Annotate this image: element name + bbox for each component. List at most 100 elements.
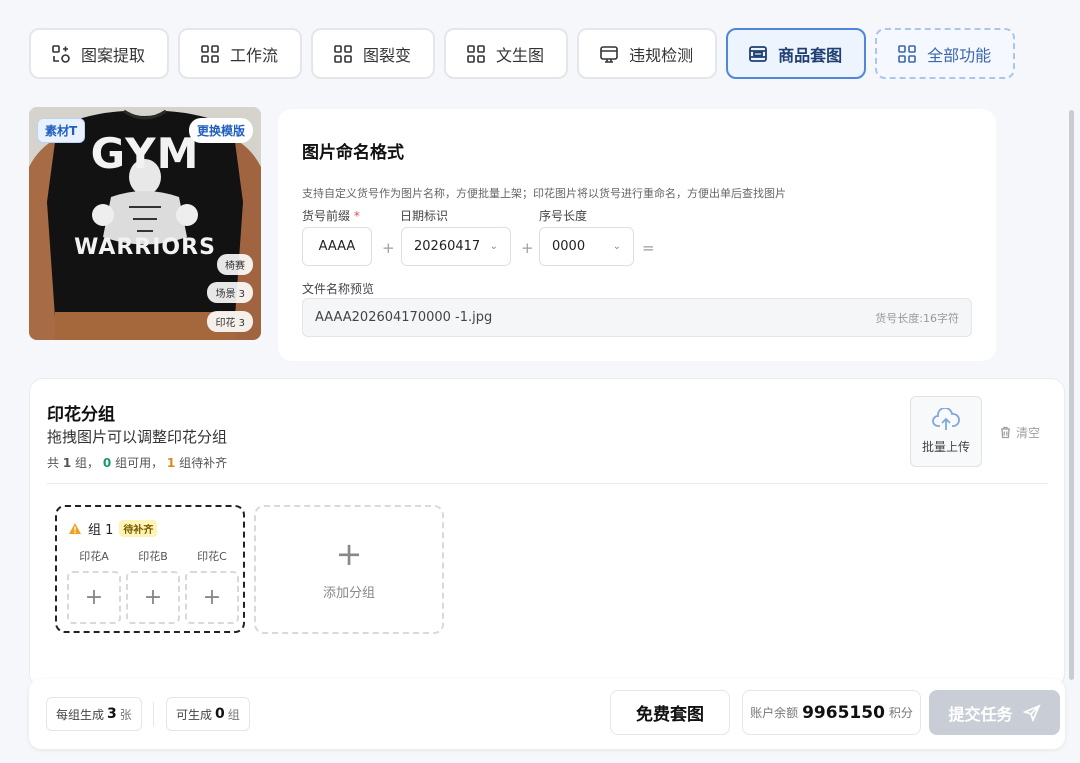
stats-prefix: 共	[47, 456, 60, 470]
add-print-slot[interactable]: +	[67, 571, 121, 624]
slot-label: 印花B	[138, 550, 168, 563]
account-balance: 账户余额 9965150 积分	[742, 690, 921, 735]
group-title: 印花分组	[47, 405, 115, 425]
tag-chip: 印花 3	[207, 311, 253, 332]
stats-total-unit: 组，	[75, 456, 100, 470]
tag-chip: 场景 3	[207, 282, 253, 303]
send-icon	[1022, 703, 1041, 722]
prefix-input[interactable]: AAAA	[302, 227, 372, 266]
tag-chip: 椅赛	[217, 254, 253, 275]
seq-length-select[interactable]: 0000 ⌄	[539, 227, 634, 266]
tab-violation-check[interactable]: 违规检测	[577, 28, 718, 79]
tab-label: 图裂变	[363, 45, 412, 65]
can-generate-label: 可生成	[176, 707, 213, 722]
preview-length: 货号长度:16字符	[875, 311, 959, 325]
preview-label: 文件名称预览	[302, 282, 375, 296]
per-group-unit: 张	[119, 707, 132, 722]
chevron-down-icon: ⌄	[612, 241, 621, 252]
naming-description: 支持自定义货号作为图片名称，方便批量上架；印花图片将以货号进行重命名，方便出单后…	[302, 187, 786, 200]
tab-label: 图案提取	[81, 45, 146, 65]
clear-button[interactable]: 清空	[999, 424, 1040, 441]
tab-label: 违规检测	[629, 45, 694, 65]
tab-label: 文生图	[496, 45, 545, 65]
product-set-icon	[749, 45, 767, 62]
group-name: 组 1	[88, 523, 114, 538]
balance-unit: 积分	[888, 706, 913, 720]
monitor-icon	[600, 45, 618, 63]
slot-label: 印花C	[197, 550, 227, 563]
bottom-action-bar: 每组生成 3 张 可生成 0 组 免费套图 账户余额 9965150 积分 提交…	[29, 679, 1065, 749]
tab-pattern-extract[interactable]: 图案提取	[29, 28, 170, 79]
date-select[interactable]: 20260417 ⌄	[401, 227, 511, 266]
filename-preview: AAAA202604170000 -1.jpg 货号长度:16字符	[302, 298, 972, 337]
print-slots: 印花A + 印花B + 印花C +	[67, 548, 239, 624]
add-print-slot[interactable]: +	[185, 571, 239, 624]
prefix-label: 货号前缀 *	[302, 209, 360, 223]
tab-label: 全部功能	[927, 45, 992, 65]
add-group-label: 添加分组	[322, 586, 375, 601]
date-label: 日期标识	[400, 209, 449, 223]
naming-format-card: 图片命名格式 支持自定义货号作为图片名称，方便批量上架；印花图片将以货号进行重命…	[278, 109, 996, 361]
date-value: 20260417	[414, 239, 481, 254]
plus-icon: +	[202, 585, 222, 610]
tab-image-fission[interactable]: 图裂变	[311, 28, 436, 79]
plus-icon: +	[335, 535, 363, 573]
free-set-button[interactable]: 免费套图	[610, 690, 730, 735]
can-generate-value: 0	[215, 706, 225, 722]
slot-label: 印花A	[79, 550, 109, 563]
stats-available-unit: 组可用，	[115, 456, 164, 470]
feature-tabs: 图案提取 工作流 图裂变 文生图 违规检测 商品套图 全部功能	[29, 28, 1016, 79]
balance-label: 账户余额	[750, 706, 799, 720]
can-generate-unit: 组	[227, 707, 240, 722]
add-group-button[interactable]: + 添加分组	[254, 505, 444, 634]
submit-task-button[interactable]: 提交任务	[929, 690, 1060, 735]
trash-icon	[1001, 426, 1010, 439]
material-badge: 素材T	[37, 118, 86, 143]
tab-text-to-image[interactable]: 文生图	[444, 28, 569, 79]
change-template-button[interactable]: 更换模版	[188, 118, 253, 143]
divider	[47, 483, 1048, 484]
grid-icon	[898, 44, 916, 63]
grid-icon	[467, 44, 485, 63]
seq-value: 0000	[552, 239, 586, 254]
equals-sign: =	[642, 239, 655, 257]
print-slot: 印花B +	[126, 548, 180, 624]
stats-available: 0	[102, 456, 112, 470]
seq-length-label: 序号长度	[539, 209, 588, 223]
batch-upload-button[interactable]: 批量上传	[910, 396, 982, 467]
plus-icon: +	[143, 585, 163, 610]
print-slot: 印花C +	[185, 548, 239, 624]
grid-icon	[201, 44, 219, 63]
per-group-value: 3	[107, 706, 117, 722]
tab-all-features[interactable]: 全部功能	[875, 28, 1016, 79]
print-group-panel: 印花分组 拖拽图片可以调整印花分组 共 1 组， 0 组可用， 1 组待补齐 批…	[29, 378, 1065, 688]
print-slot: 印花A +	[67, 548, 121, 624]
print-group-card[interactable]: 组 1 待补齐 印花A + 印花B + 印花C +	[55, 505, 245, 633]
batch-upload-label: 批量上传	[921, 440, 970, 454]
chevron-down-icon: ⌄	[489, 241, 498, 252]
group-status-badge: 待补齐	[119, 520, 158, 537]
cloud-upload-icon	[932, 408, 960, 430]
tab-workflow[interactable]: 工作流	[178, 28, 303, 79]
grid-icon	[334, 44, 352, 63]
template-preview[interactable]: GYM WARRIORS 素材T 更换模版 椅赛 场景 3 印花 3	[29, 107, 261, 340]
divider	[153, 702, 154, 726]
stats-pending-unit: 组待补齐	[179, 456, 228, 470]
preview-value: AAAA202604170000 -1.jpg	[315, 310, 493, 325]
naming-title: 图片命名格式	[302, 143, 404, 163]
can-generate-count: 可生成 0 组	[166, 697, 250, 731]
tab-product-set[interactable]: 商品套图	[726, 28, 867, 79]
plus-sign: +	[382, 239, 395, 257]
per-group-count[interactable]: 每组生成 3 张	[46, 697, 142, 731]
stats-total: 1	[62, 456, 72, 470]
tab-label: 商品套图	[778, 45, 843, 65]
plus-sign: +	[521, 239, 534, 257]
pattern-extract-icon	[52, 44, 70, 63]
plus-icon: +	[84, 585, 104, 610]
add-print-slot[interactable]: +	[126, 571, 180, 624]
group-header: 组 1 待补齐	[68, 519, 233, 538]
group-subtitle: 拖拽图片可以调整印花分组	[47, 428, 228, 446]
page-scrollbar[interactable]	[1069, 110, 1074, 680]
prefix-value: AAAA	[318, 239, 356, 254]
warning-icon	[69, 523, 81, 534]
